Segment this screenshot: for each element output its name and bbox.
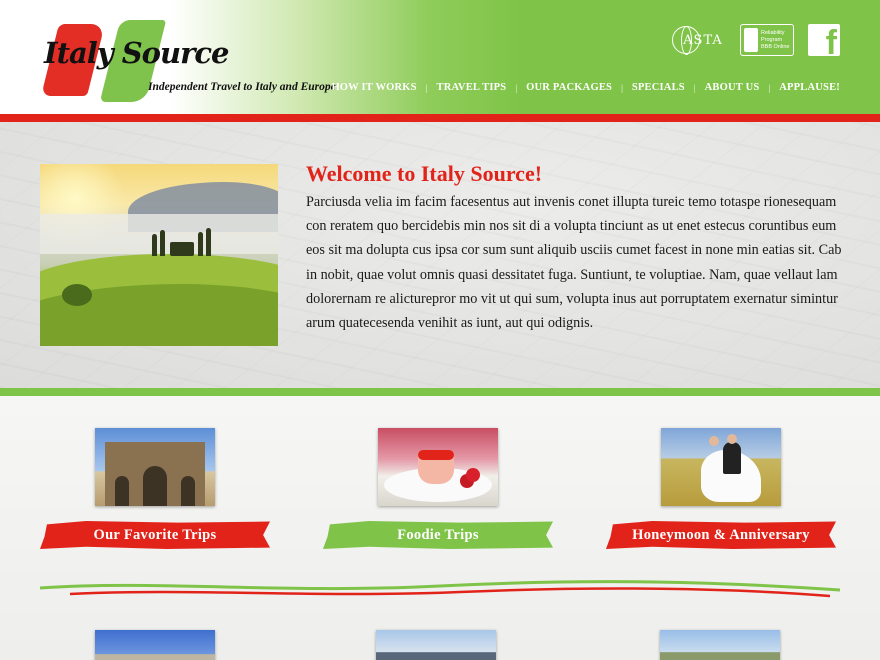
site-tagline: Independent Travel to Italy and Europe <box>148 81 336 93</box>
tuscany-landscape-image <box>40 164 278 346</box>
nav-our-packages[interactable]: OUR PACKAGES <box>526 82 612 93</box>
red-divider <box>0 114 880 122</box>
hill-town-image[interactable] <box>660 630 780 660</box>
nav-travel-tips[interactable]: TRAVEL TIPS <box>437 82 507 93</box>
italy-source-logo[interactable]: Italy Source <box>40 18 229 108</box>
trip-categories: Our Favorite Trips Foodie Trips Honeymoo… <box>0 396 880 660</box>
venice-skyline-image[interactable] <box>376 630 496 660</box>
panna-cotta-image[interactable] <box>378 428 498 506</box>
arch-of-constantine-image[interactable] <box>95 428 215 506</box>
nav-separator: | <box>425 82 428 93</box>
nav-separator: | <box>515 82 518 93</box>
nav-how-it-works[interactable]: HOW IT WORKS <box>331 82 416 93</box>
favorite-trips-banner[interactable]: Our Favorite Trips <box>40 521 270 549</box>
bbb-reliability-badge[interactable]: Reliability Program BBB Online <box>740 24 794 56</box>
welcome-section: Welcome to Italy Source! Parciusda velia… <box>0 122 880 388</box>
nav-applause[interactable]: APPLAUSE! <box>779 82 840 93</box>
nav-separator: | <box>621 82 623 93</box>
asta-label: ASTA <box>683 32 723 48</box>
facebook-glyph: f <box>825 24 837 56</box>
green-divider <box>0 388 880 396</box>
honeymoon-banner[interactable]: Honeymoon & Anniversary <box>606 521 836 549</box>
facebook-icon[interactable]: f <box>808 24 840 56</box>
foodie-trips-banner[interactable]: Foodie Trips <box>323 521 553 549</box>
category-foodie-trips[interactable]: Foodie Trips <box>323 428 563 558</box>
bbb-line-2: Program <box>761 36 783 43</box>
main-nav: HOW IT WORKS | TRAVEL TIPS | OUR PACKAGE… <box>331 82 840 93</box>
nav-separator: | <box>768 82 771 93</box>
bbb-line-1: Reliability <box>761 29 785 36</box>
nav-separator: | <box>693 82 696 93</box>
asta-badge[interactable]: ASTA <box>670 25 726 55</box>
welcome-title: Welcome to Italy Source! <box>306 161 543 186</box>
wedding-couple-image[interactable] <box>661 428 781 506</box>
logo-text: Italy Source <box>44 36 229 70</box>
nav-about-us[interactable]: ABOUT US <box>705 82 760 93</box>
bbb-line-3: BBB Online <box>761 43 790 50</box>
welcome-body: Parciusda velia im facim facesentus aut … <box>306 194 842 332</box>
decorative-squiggle <box>40 580 840 598</box>
header-badges: ASTA Reliability Program BBB Online f <box>670 24 840 56</box>
bbb-seal-icon <box>744 28 758 52</box>
site-header: Italy Source Independent Travel to Italy… <box>0 0 880 114</box>
category-favorite-trips[interactable]: Our Favorite Trips <box>40 428 280 558</box>
assisi-church-image[interactable] <box>95 630 215 660</box>
category-honeymoon[interactable]: Honeymoon & Anniversary <box>606 428 846 558</box>
nav-specials[interactable]: SPECIALS <box>632 82 685 93</box>
